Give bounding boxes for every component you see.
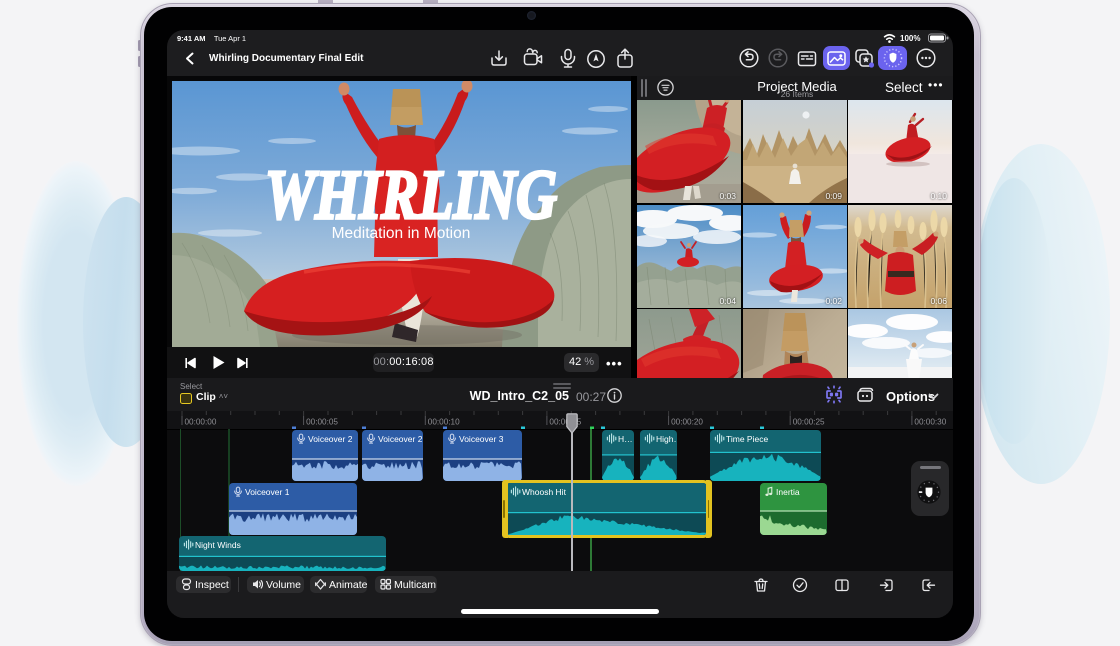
- svg-text:WHIRLING: WHIRLING: [265, 157, 557, 234]
- svg-text:0:03: 0:03: [719, 191, 736, 201]
- svg-text:00:00:30: 00:00:30: [914, 418, 946, 427]
- svg-text:0:06: 0:06: [930, 296, 947, 306]
- svg-text:00:00:05: 00:00:05: [306, 418, 338, 427]
- svg-text:100%: 100%: [900, 34, 920, 43]
- svg-text:0:10: 0:10: [930, 191, 947, 201]
- svg-text:00:00:20: 00:00:20: [671, 418, 703, 427]
- svg-text:0:04: 0:04: [719, 296, 736, 306]
- svg-text:0:02: 0:02: [825, 296, 842, 306]
- svg-text:0:09: 0:09: [825, 191, 842, 201]
- svg-text:00:00:25: 00:00:25: [793, 418, 825, 427]
- svg-text:00:00:10: 00:00:10: [428, 418, 460, 427]
- svg-text:00:00:00: 00:00:00: [185, 418, 217, 427]
- svg-text:Meditation in Motion: Meditation in Motion: [332, 225, 471, 242]
